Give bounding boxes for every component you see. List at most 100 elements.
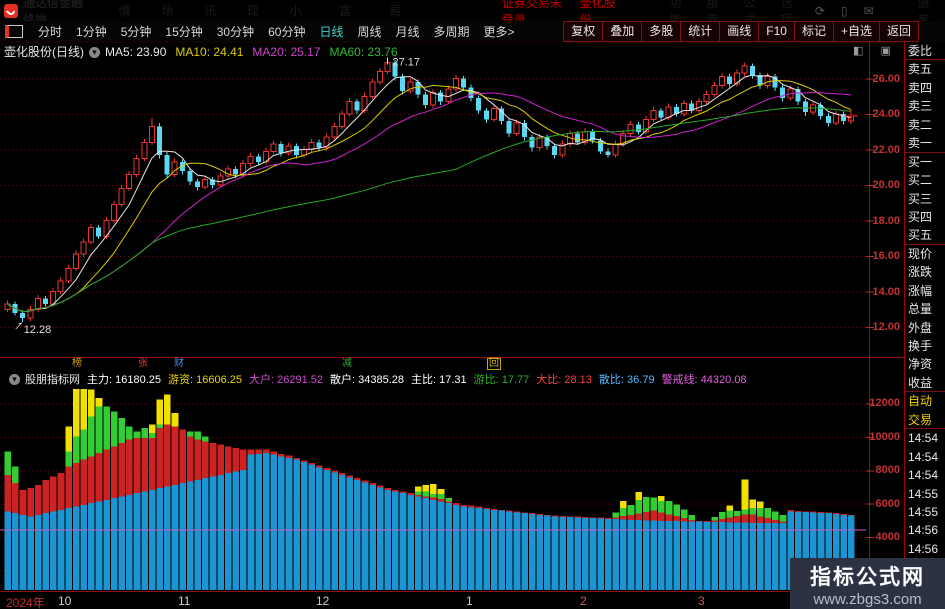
toolbar-button-标记[interactable]: 标记 — [793, 21, 834, 42]
badge-减[interactable]: 减 — [342, 358, 352, 370]
tdx-terminal-window: 通达信金融终端 行情市场资讯发现问小达财富圈交易 证券交易未登录 壶化股份 功能… — [0, 0, 945, 609]
indicator-field: 大比: 28.13 — [536, 374, 592, 386]
period-tab-周线[interactable]: 周线 — [357, 23, 381, 40]
sidebar-row-卖五: 卖五 — [908, 62, 933, 77]
indicator-field: 游比: 17.77 — [473, 374, 530, 386]
badge-榜[interactable]: 榜 — [72, 358, 82, 370]
date-label: 3 — [698, 594, 705, 608]
chart-title: 壶化股份(日线) — [4, 45, 84, 59]
sidebar-row-卖一: 卖一 — [905, 134, 945, 153]
period-tab-5分钟[interactable]: 5分钟 — [121, 23, 152, 40]
sidebar-row-委比: 委比 — [905, 42, 945, 61]
sidebar-row-卖四: 卖四 — [908, 80, 933, 95]
period-tab-30分钟[interactable]: 30分钟 — [217, 23, 254, 40]
toolbar-button-F10[interactable]: F10 — [758, 21, 795, 42]
main-chart-canvas[interactable]: 27.1712.28 — [0, 42, 905, 609]
sidebar-row-14:54: 14:54 — [908, 431, 939, 446]
sidebar-row-净资: 净资 — [908, 357, 933, 372]
indicator-field: 警戒线: 44320.08 — [661, 374, 747, 386]
toolbar-button-+自选[interactable]: +自选 — [832, 21, 880, 42]
toolbar-button-统计[interactable]: 统计 — [680, 21, 721, 42]
sidebar-row-换手: 换手 — [908, 339, 933, 353]
toolbar-button-复权[interactable]: 复权 — [563, 21, 604, 42]
period-tab-月线[interactable]: 月线 — [396, 23, 420, 40]
indicator-source: 股朋指标网 — [25, 374, 80, 386]
volume-axis-label: 10000 — [869, 430, 900, 443]
price-axis-label: 20.00 — [872, 179, 900, 191]
date-label: 10 — [58, 594, 72, 608]
ma-label: MA60: 23.76 — [329, 45, 398, 59]
price-axis-label: 24.00 — [872, 108, 900, 120]
refresh-icon[interactable]: ⟳ — [815, 4, 825, 18]
indicator-header: ▾ 股朋指标网 主力: 16180.25 游资: 16606.25 大户: 26291.… — [4, 371, 754, 387]
volume-axis-label: 12000 — [869, 397, 900, 410]
badge-回[interactable]: 回 — [487, 358, 501, 370]
date-label: 11 — [178, 594, 191, 608]
sidebar-row-买二: 买二 — [908, 173, 933, 188]
toolbar-button-画线[interactable]: 画线 — [719, 21, 760, 42]
sidebar-row-14:56: 14:56 — [908, 541, 939, 556]
sidebar-row-收益: 收益 — [905, 374, 945, 393]
sidebar-row-14:54: 14:54 — [908, 449, 939, 464]
volume-axis-label: 4000 — [875, 531, 900, 544]
period-tab-日线[interactable]: 日线 — [319, 23, 343, 40]
date-label: 1 — [466, 594, 473, 608]
period-tab-1分钟[interactable]: 1分钟 — [76, 23, 107, 40]
date-label: 2024年 — [6, 596, 45, 609]
period-tab-多周期[interactable]: 多周期 — [434, 23, 470, 40]
chevron-down-icon[interactable]: ▾ — [89, 47, 100, 58]
date-label: 2 — [580, 594, 587, 608]
ma-label: MA10: 24.41 — [175, 45, 244, 59]
period-tab-分时[interactable]: 分时 — [38, 23, 62, 40]
badge-张[interactable]: 张 — [138, 358, 148, 370]
toolbar-button-多股[interactable]: 多股 — [641, 21, 682, 42]
watermark-url: www.zbgs3.com — [813, 591, 922, 608]
chart-corner-icons[interactable]: ◧ ▣ — [853, 44, 898, 57]
chart-header: 壶化股份(日线) ▾ MA5: 23.90 MA10: 24.41 MA20: 25.1… — [4, 43, 407, 59]
sidebar-row-14:54: 14:54 — [908, 468, 939, 483]
ma-label: MA20: 25.17 — [252, 45, 321, 59]
sidebar-row-外盘: 外盘 — [908, 320, 933, 335]
phone-icon[interactable]: ▯ — [841, 4, 848, 18]
auto-trade-button[interactable]: 自动 — [905, 392, 945, 410]
toolbar-button-叠加[interactable]: 叠加 — [602, 21, 643, 42]
sidebar-row-买五: 买五 — [905, 226, 945, 245]
date-axis: 2024年 10 11 12 1 2 3 — [0, 592, 905, 609]
price-axis-label: 26.00 — [872, 72, 900, 85]
volume-axis-label: 6000 — [875, 497, 900, 510]
indicator-field: 散户: 34385.28 — [330, 374, 404, 386]
badge-财[interactable]: 财 — [174, 358, 184, 370]
period-toolbar: 分时 1分钟 5分钟 15分钟 30分钟 60分钟 日线 周线 月线 多周期 更多> 复权 叠加 多股统… — [0, 21, 945, 43]
sidebar-row-14:55: 14:55 — [908, 486, 939, 501]
date-label: 12 — [316, 594, 330, 608]
toolbar-button-返回[interactable]: 返回 — [878, 21, 919, 42]
layout-icon[interactable] — [5, 25, 23, 38]
indicator-chevron-icon[interactable]: ▾ — [9, 374, 20, 385]
indicator-field: 游资: 16606.25 — [168, 374, 242, 386]
sidebar-row-卖三: 卖三 — [908, 99, 933, 114]
auto-trade-button[interactable]: 交易 — [905, 411, 945, 430]
app-logo-icon[interactable] — [4, 3, 18, 18]
menu-icons: ⟳ ▯ ✉ — [807, 4, 882, 18]
sidebar-row-买三: 买三 — [908, 191, 933, 206]
price-axis-label: 12.00 — [872, 321, 900, 333]
ma-label: MA5: 23.90 — [105, 45, 167, 59]
menubar: 通达信金融终端 行情市场资讯发现问小达财富圈交易 证券交易未登录 壶化股份 功能… — [0, 0, 945, 35]
watermark-title: 指标公式网 — [810, 566, 925, 589]
volume-axis-label: 8000 — [875, 464, 900, 477]
period-tab-更多>[interactable]: 更多> — [484, 23, 515, 40]
sidebar-row-买四: 买四 — [908, 209, 933, 224]
sidebar-row-14:56: 14:56 — [908, 523, 939, 538]
watermark: 指标公式网 www.zbgs3.com — [790, 558, 945, 609]
price-axis-label: 22.00 — [872, 143, 900, 156]
mail-icon[interactable]: ✉ — [864, 4, 874, 18]
period-tab-15分钟[interactable]: 15分钟 — [165, 23, 202, 40]
period-tab-60分钟[interactable]: 60分钟 — [268, 23, 305, 40]
price-axis-label: 14.00 — [872, 285, 900, 298]
indicator-field: 散比: 36.79 — [598, 374, 655, 386]
price-axis-label: 18.00 — [872, 214, 900, 227]
sidebar-row-14:55: 14:55 — [908, 504, 939, 519]
sidebar-row-涨跌: 涨跌 — [908, 265, 933, 280]
indicator-field: 主比: 17.31 — [411, 374, 467, 386]
badge-row: 榜张财减回 — [0, 358, 900, 371]
